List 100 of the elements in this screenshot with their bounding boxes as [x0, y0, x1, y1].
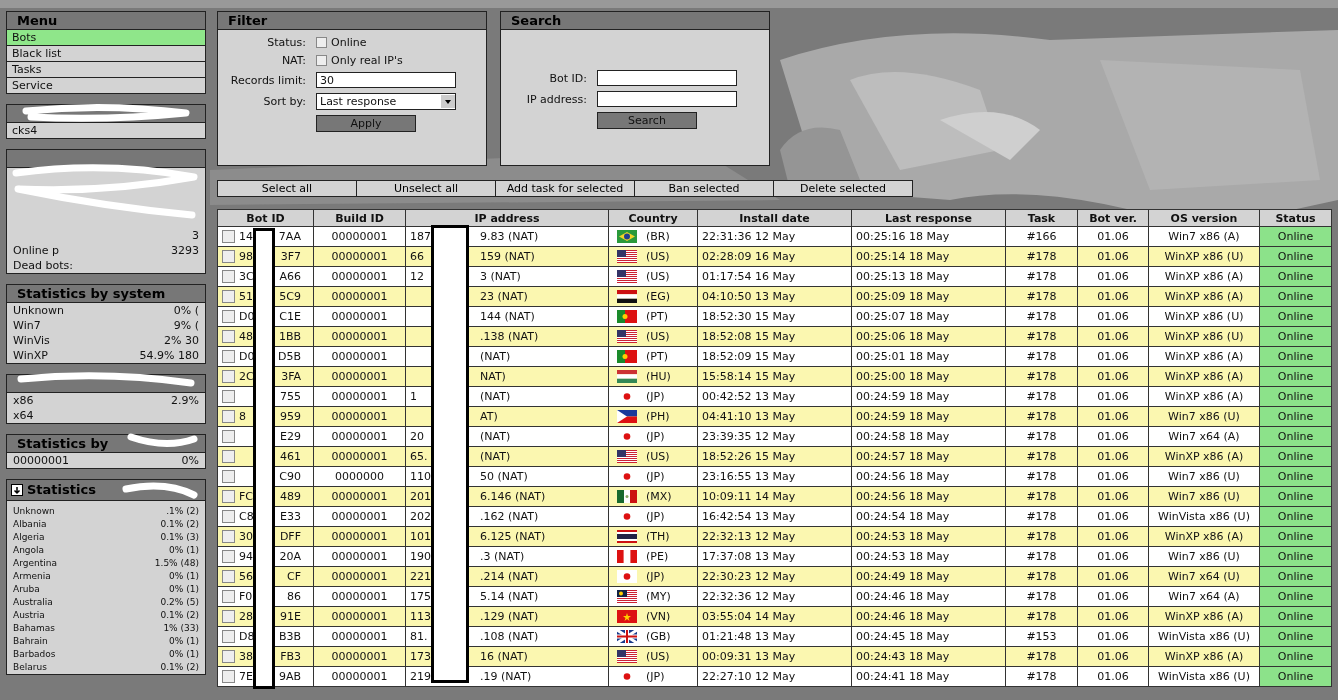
table-cell: (PT) — [646, 350, 668, 363]
search-button[interactable]: Search — [597, 112, 697, 129]
table-cell-text: 159 (NAT) — [480, 250, 536, 263]
table-cell: (MY) — [646, 590, 671, 603]
row-checkbox[interactable] — [222, 450, 235, 463]
sort-dropdown[interactable]: Last response — [316, 93, 456, 110]
table-cell-text: (NAT) — [480, 430, 512, 443]
row-checkbox[interactable] — [222, 370, 235, 383]
stat-value: 3293 — [171, 243, 199, 258]
column-header[interactable]: Build ID — [313, 209, 406, 227]
stat-value: 0% (1) — [169, 570, 199, 583]
table-cell: (JP) — [646, 430, 665, 443]
column-header[interactable]: OS version — [1148, 209, 1260, 227]
row-checkbox[interactable] — [222, 390, 235, 403]
stat-label: Belarus — [13, 661, 47, 674]
table-cell: C8 — [239, 510, 254, 523]
table-cell: 7E — [239, 670, 253, 683]
flag-icon — [617, 450, 637, 463]
row-checkbox[interactable] — [222, 330, 235, 343]
table-cell-text: 5.14 (NAT) — [480, 590, 540, 603]
table-cell: (TH) — [646, 530, 670, 543]
column-header[interactable]: Country — [608, 209, 698, 227]
flag-icon — [617, 650, 637, 663]
row-checkbox[interactable] — [222, 250, 235, 263]
table-cell: 65. — [410, 450, 428, 463]
column-header[interactable]: Bot ID — [217, 209, 314, 227]
row-checkbox[interactable] — [222, 650, 235, 663]
expand-icon[interactable] — [11, 484, 23, 496]
field-label: Bot ID: — [548, 71, 587, 85]
dropdown-icon — [441, 95, 455, 108]
action-button[interactable]: Select all — [217, 180, 357, 197]
row-checkbox[interactable] — [222, 630, 235, 643]
column-header[interactable]: Bot ver. — [1077, 209, 1149, 227]
row-checkbox[interactable] — [222, 310, 235, 323]
action-button[interactable]: Delete selected — [773, 180, 913, 197]
row-checkbox[interactable] — [222, 510, 235, 523]
column-header[interactable]: IP address — [405, 209, 609, 227]
table-cell-text: .19 (NAT) — [480, 670, 533, 683]
stat-value: 0% — [181, 453, 199, 468]
row-checkbox[interactable] — [222, 610, 235, 623]
column-header[interactable]: Last response — [851, 209, 1006, 227]
table-cell: (BR) — [646, 230, 670, 243]
action-button[interactable]: Unselect all — [356, 180, 496, 197]
row-checkbox[interactable] — [222, 550, 235, 563]
row-checkbox[interactable] — [222, 570, 235, 583]
input-field[interactable]: 30 — [316, 72, 456, 88]
action-button[interactable]: Add task for selected — [495, 180, 635, 197]
stat-value: 54.9% 180 — [139, 348, 199, 363]
stat-label: x64 — [13, 408, 34, 423]
column-header[interactable]: Status — [1259, 209, 1332, 227]
table-cell: 30 — [239, 530, 253, 543]
checkbox[interactable] — [316, 37, 327, 48]
flag-icon — [617, 570, 637, 583]
table-cell: E33 — [280, 510, 301, 523]
column-header[interactable]: Task — [1005, 209, 1078, 227]
table-cell: 1 — [410, 390, 417, 403]
stat-label: WinXP — [13, 348, 48, 363]
table-cell: D8 — [239, 630, 255, 643]
stat-value: 3 — [192, 228, 199, 243]
stat-label: x86 — [13, 393, 34, 408]
table-cell: 2C — [239, 370, 254, 383]
row-checkbox[interactable] — [222, 430, 235, 443]
checkbox[interactable] — [316, 55, 327, 66]
table-cell-text: 9.83 (NAT) — [480, 230, 540, 243]
flag-icon — [617, 410, 637, 423]
stat-value: 0.1% (3) — [160, 531, 199, 544]
menu-item[interactable]: Black list — [7, 46, 205, 62]
row-checkbox[interactable] — [222, 590, 235, 603]
stat-label: Bahamas — [13, 622, 55, 635]
stat-label: Armenia — [13, 570, 51, 583]
row-checkbox[interactable] — [222, 410, 235, 423]
table-cell: 101 — [410, 530, 431, 543]
table-cell-text: AT) — [480, 410, 499, 423]
table-cell: (JP) — [646, 470, 665, 483]
row-checkbox[interactable] — [222, 290, 235, 303]
table-cell: (US) — [646, 650, 670, 663]
row-checkbox[interactable] — [222, 350, 235, 363]
table-cell: 28 — [239, 610, 253, 623]
column-header[interactable]: Install date — [697, 209, 852, 227]
menu-item[interactable]: Tasks — [7, 62, 205, 78]
row-checkbox[interactable] — [222, 530, 235, 543]
row-checkbox[interactable] — [222, 670, 235, 683]
field-label: Status: — [266, 36, 306, 49]
menu-item[interactable]: Bots — [7, 30, 205, 46]
stat-value: 2% 30 — [164, 333, 199, 348]
table-cell: 20A — [279, 550, 301, 563]
action-button[interactable]: Ban selected — [634, 180, 774, 197]
row-checkbox[interactable] — [222, 470, 235, 483]
input-field[interactable] — [597, 91, 737, 107]
table-cell: 20 — [410, 430, 424, 443]
table-cell: 3C — [239, 270, 254, 283]
table-cell: 1BB — [278, 330, 301, 343]
row-checkbox[interactable] — [222, 270, 235, 283]
apply-button[interactable]: Apply — [316, 115, 416, 132]
row-checkbox[interactable] — [222, 490, 235, 503]
table-cell: 755 — [280, 390, 301, 403]
table-cell: 51 — [239, 290, 253, 303]
row-checkbox[interactable] — [222, 230, 235, 243]
input-field[interactable] — [597, 70, 737, 86]
panel-header: Statistics by system — [7, 285, 205, 303]
